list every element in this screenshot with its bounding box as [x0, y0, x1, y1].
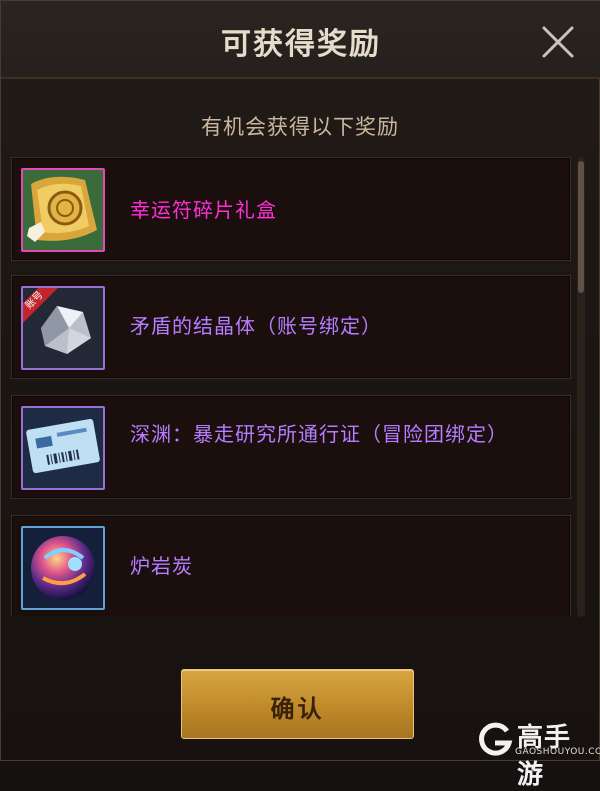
reward-name: 炉岩炭: [130, 554, 193, 578]
pass-card-icon: [21, 406, 105, 490]
reward-list-scrollbar[interactable]: [577, 157, 585, 617]
watermark-site: GAOSHOUYOU.COM: [515, 747, 600, 757]
reward-name: 深渊：暴走研究所通行证（冒险团绑定）: [130, 422, 508, 446]
reward-name: 幸运符碎片礼盒: [130, 198, 277, 222]
dialog-header: 可获得奖励: [1, 1, 600, 79]
watermark-g-icon: [479, 722, 513, 756]
reward-item[interactable]: 账号 矛盾的结晶体（账号绑定）: [11, 275, 571, 379]
confirm-button-label: 确认: [270, 695, 325, 723]
reward-dialog: 可获得奖励 有机会获得以下奖励 幸运符碎片礼盒 账号 矛盾的结晶体（账号绑定） …: [0, 0, 600, 790]
reward-item[interactable]: 幸运符碎片礼盒: [11, 157, 571, 261]
reward-list[interactable]: 幸运符碎片礼盒 账号 矛盾的结晶体（账号绑定） 深渊：暴走研究所通行证（冒险团绑…: [11, 157, 573, 617]
reward-item[interactable]: 深渊：暴走研究所通行证（冒险团绑定）: [11, 395, 571, 499]
close-icon: [542, 26, 574, 58]
crystal-icon: 账号: [21, 286, 105, 370]
magma-orb-icon: [21, 526, 105, 610]
reward-name: 矛盾的结晶体（账号绑定）: [130, 314, 382, 338]
watermark-logo: 高手游 GAOSHOUYOU.COM: [477, 717, 600, 790]
scrollbar-thumb[interactable]: [578, 161, 584, 293]
dialog-title: 可获得奖励: [221, 27, 381, 62]
lucky-charm-fragment-box-icon: [21, 168, 105, 252]
confirm-button[interactable]: 确认: [181, 669, 414, 739]
close-button[interactable]: [539, 23, 577, 61]
reward-item[interactable]: 炉岩炭: [11, 515, 571, 617]
dialog-subtitle: 有机会获得以下奖励: [201, 115, 399, 139]
